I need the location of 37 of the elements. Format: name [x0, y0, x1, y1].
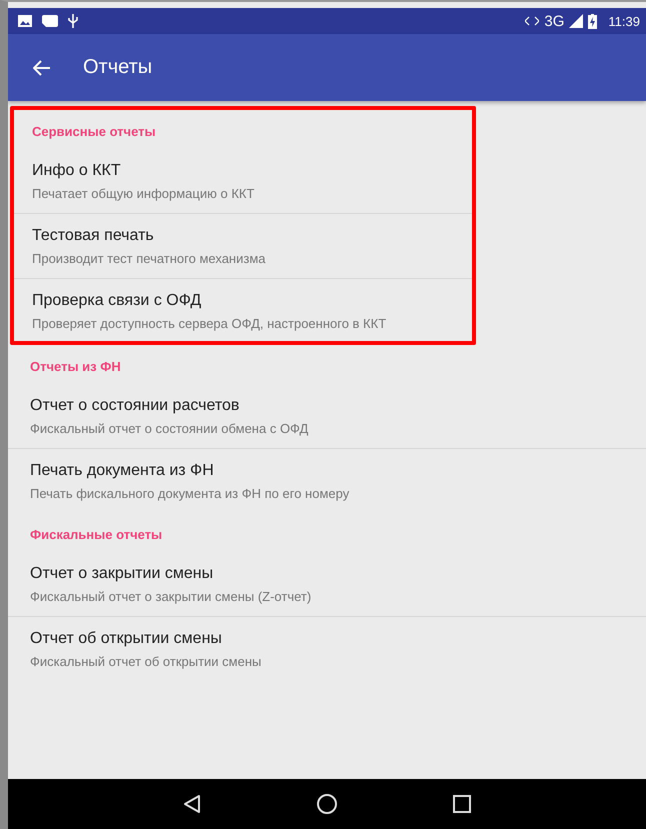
item-title: Отчет о закрытии смены — [30, 565, 214, 583]
back-icon[interactable] — [183, 794, 201, 814]
section-header: Сервисные отчеты — [31, 123, 157, 141]
item-subtitle: Печатает общую информацию о ККТ — [32, 186, 256, 201]
item-subtitle: Производит тест печатного механизма — [32, 251, 266, 266]
settings-item[interactable]: Отчет о закрытии смены Фискальный отчет о закрытии смены (Z-отчет) — [8, 552, 646, 617]
item-subtitle: Проверяет доступность сервера ОФД, настроенного в ККТ — [32, 316, 388, 331]
usb-icon — [68, 14, 78, 28]
settings-item[interactable]: Отчет об открытии смены Фискальный отчет об открытии смены — [8, 617, 646, 681]
settings-item[interactable]: Печать документа из ФН Печать фискального документа из ФН по его номеру — [8, 449, 646, 513]
screen-title: Отчеты — [83, 56, 152, 79]
item-title: Печать документа из ФН — [30, 462, 215, 480]
signal-icon — [569, 14, 584, 28]
clock-time: 11:39 — [608, 14, 640, 28]
network-type: 3G — [544, 12, 564, 30]
item-title: Отчет о состоянии расчетов — [30, 397, 240, 415]
home-icon[interactable] — [316, 793, 338, 815]
chat-bubble-icon — [42, 15, 58, 27]
item-subtitle: Фискальный отчет о состоянии обмена с ОФД — [30, 421, 310, 436]
item-title: Тестовая печать — [32, 227, 155, 245]
recent-apps-icon[interactable] — [453, 795, 471, 813]
settings-item[interactable]: Отчет о состоянии расчетов Фискальный отчет о состоянии обмена с ОФД — [8, 384, 646, 449]
data-arrows-icon — [525, 16, 540, 26]
item-subtitle: Печать фискального документа из ФН по его номеру — [30, 486, 350, 501]
settings-item[interactable]: Проверка связи с ОФД Проверяет доступность сервера ОФД, настроенного в ККТ — [14, 279, 472, 341]
image-icon — [18, 15, 32, 27]
item-subtitle: Фискальный отчет о закрытии смены (Z-отчет) — [30, 589, 312, 604]
item-title: Отчет об открытии смены — [30, 630, 223, 648]
battery-charging-icon — [588, 14, 598, 28]
back-arrow-icon — [33, 60, 51, 76]
settings-item[interactable]: Инфо о ККТ Печатает общую информацию о ККТ — [14, 149, 472, 214]
settings-item[interactable]: Тестовая печать Производит тест печатного механизма — [14, 214, 472, 279]
section-header: Отчеты из ФН — [29, 358, 122, 376]
item-subtitle: Фискальный отчет об открытии смены — [30, 654, 262, 669]
item-title: Инфо о ККТ — [32, 162, 122, 180]
item-title: Проверка связи с ОФД — [32, 292, 202, 310]
section-header: Фискальные отчеты — [29, 526, 164, 544]
